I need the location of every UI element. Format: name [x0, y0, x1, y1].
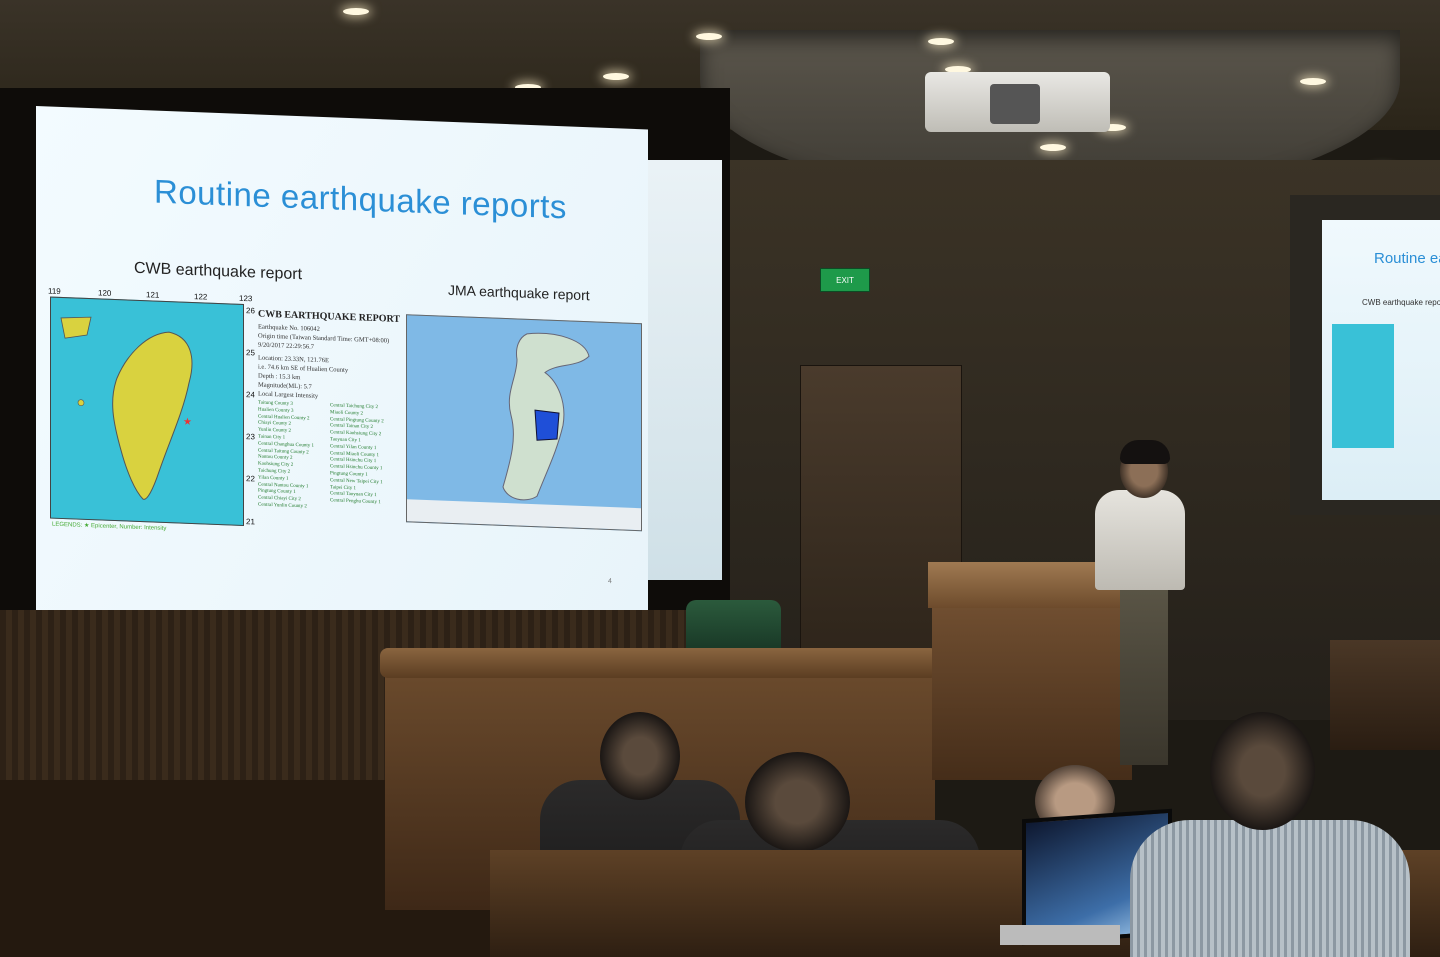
ceiling-light — [928, 38, 954, 45]
presentation-slide: Routine earthquake reports CWB earthquak… — [36, 106, 648, 642]
latitude-label: 23 — [246, 432, 255, 442]
report-line: Earthquake No. 106042 — [258, 323, 320, 333]
intensity-entry: Central Hsinchu City 1 — [330, 457, 377, 465]
intensity-entry: Central Tainan City 2 — [330, 423, 374, 431]
intensity-entry: Hualien County 3 — [258, 407, 294, 414]
intensity-entry: Pingtung County 1 — [258, 488, 296, 496]
latitude-label: 25 — [246, 348, 255, 358]
latitude-label: 22 — [246, 474, 255, 484]
cwb-report-heading: CWB EARTHQUAKE REPORT — [258, 308, 401, 325]
ceiling-light — [603, 73, 629, 80]
slide-title: Routine earthquake reports — [154, 172, 567, 226]
report-line: Location: 23.33N, 121.76E — [258, 354, 329, 365]
taiwan-island-shape: ★ — [60, 316, 193, 500]
audience-member-striped-shirt — [1130, 820, 1410, 957]
rostrum-desk-top — [380, 648, 938, 678]
latitude-label: 26 — [246, 306, 255, 316]
side-slide-title: Routine ear — [1374, 250, 1440, 267]
intensity-entry: Central Kaohsiung City 2 — [330, 430, 382, 438]
intensity-entry: Pingtung County 1 — [330, 471, 368, 478]
intensity-entry: Taitung County 3 — [258, 400, 293, 407]
laptop-base — [1000, 925, 1120, 945]
latitude-label: 24 — [246, 390, 255, 400]
intensity-entry: Central Hsinchu County 1 — [330, 464, 383, 472]
intensity-entry: Miaoli County 2 — [330, 410, 364, 417]
longitude-label: 120 — [98, 288, 112, 298]
audience-head — [745, 752, 850, 852]
intensity-entry: Kaohsiung City 2 — [258, 461, 294, 469]
jma-map — [406, 314, 642, 532]
cwb-caption: CWB earthquake report — [134, 259, 303, 284]
intensity-entry: Taipei City 1 — [330, 484, 357, 491]
longitude-label: 119 — [48, 286, 61, 296]
side-slide-caption: CWB earthquake report — [1362, 298, 1440, 307]
audience-head — [600, 712, 680, 800]
exit-sign-label: EXIT — [836, 275, 854, 285]
intensity-entry: Yilan County 1 — [258, 475, 289, 482]
side-screen-slide: Routine ear CWB earthquake report — [1322, 220, 1440, 500]
screen-margin — [648, 160, 722, 580]
svg-text:★: ★ — [183, 417, 192, 428]
intensity-entry: Central Penghu County 1 — [330, 498, 381, 506]
intensity-entry: Central Yunlin County 2 — [258, 502, 307, 510]
intensity-entry: Central Nantou County 1 — [258, 482, 309, 490]
report-line: 9/20/2017 22:29:56.7 — [258, 341, 314, 351]
intensity-entry: Central Pingtung County 2 — [330, 416, 384, 424]
intensity-entry: Yunlin County 2 — [258, 427, 292, 434]
ceiling-light — [1300, 78, 1326, 85]
ceiling-light — [1040, 144, 1066, 151]
intensity-entry: Central Taoyuan City 1 — [330, 491, 377, 499]
intensity-entry: Central Taitung County 2 — [258, 448, 309, 456]
slide-page-number: 4 — [608, 577, 612, 586]
intensity-entry: Central Taichung City 2 — [330, 403, 379, 411]
intensity-entry: Central Changhua County 1 — [258, 441, 314, 449]
audience-head — [1210, 712, 1315, 830]
intensity-entry: Central Chiayi City 2 — [258, 495, 301, 503]
japan-island-shape — [407, 332, 641, 531]
exit-sign: EXIT — [820, 268, 870, 292]
intensity-entry: Taichung City 2 — [258, 468, 291, 475]
report-line: Magnitude(ML): 5.7 — [258, 381, 312, 391]
intensity-entry: Central Yilan County 1 — [330, 444, 377, 451]
latitude-label: 21 — [246, 517, 255, 527]
intensity-entry: Tainan City 1 — [258, 434, 286, 441]
intensity-entry: Central Hualien County 2 — [258, 414, 310, 422]
intensity-entry: Central New Taipei City 1 — [330, 478, 383, 486]
taiwan-map: ★ — [50, 296, 244, 526]
report-line: Local Largest Intensity — [258, 390, 319, 400]
presenter-legs — [1120, 585, 1168, 765]
ceiling-light — [696, 33, 722, 40]
intensity-entry: Taoyuan City 1 — [330, 437, 361, 444]
presenter-body — [1095, 490, 1185, 590]
report-line: Depth : 15.3 km — [258, 372, 301, 382]
ceiling-light — [343, 8, 369, 15]
intensity-entry: Central Miaoli County 1 — [330, 450, 380, 458]
side-desk — [1330, 640, 1440, 750]
side-slide-map — [1332, 324, 1394, 448]
presenter-hair — [1120, 440, 1170, 464]
jma-caption: JMA earthquake report — [448, 281, 590, 304]
longitude-label: 121 — [146, 290, 160, 300]
longitude-label: 123 — [239, 293, 253, 304]
longitude-label: 122 — [194, 292, 208, 302]
intensity-entry: Nantou County 2 — [258, 454, 293, 462]
intensity-entry: Chiayi County 2 — [258, 420, 292, 428]
projector-lens — [990, 84, 1040, 124]
